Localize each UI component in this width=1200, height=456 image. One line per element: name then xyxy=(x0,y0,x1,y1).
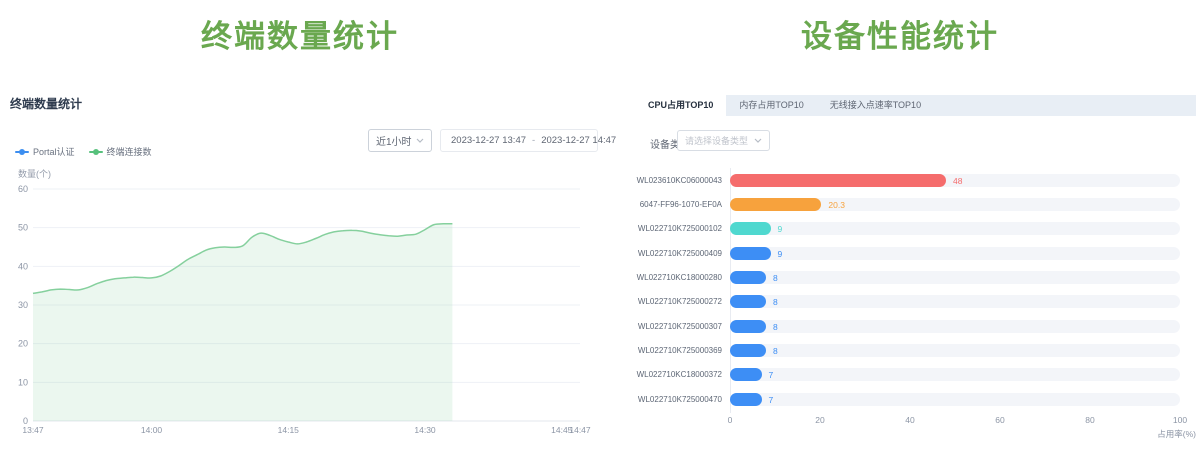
y-tick-label: 20 xyxy=(18,339,28,349)
bar-fill xyxy=(730,174,946,187)
line-chart-svg: 010203040506013:4714:0014:1514:3014:4514… xyxy=(0,0,600,456)
bar-label: 6047-FF96-1070-EF0A xyxy=(572,200,722,209)
bar-fill xyxy=(730,368,762,381)
bar-value: 8 xyxy=(773,297,778,307)
bar-track xyxy=(730,271,1180,284)
bar-track xyxy=(730,198,1180,211)
bar-track xyxy=(730,295,1180,308)
y-tick-label: 30 xyxy=(18,300,28,310)
bar-value: 9 xyxy=(778,249,783,259)
bar-label: WL023610KC06000043 xyxy=(572,176,722,185)
bar-value: 9 xyxy=(778,224,783,234)
bar-value: 20.3 xyxy=(828,200,845,210)
bar-fill xyxy=(730,222,771,235)
bar-track xyxy=(730,247,1180,260)
bar-row: WL022710K7250003698 xyxy=(600,344,1200,357)
x-axis-tick: 80 xyxy=(1070,415,1110,425)
bar-value: 8 xyxy=(773,346,778,356)
bar-label: WL022710K725000470 xyxy=(572,395,722,404)
x-tick-label: 14:15 xyxy=(278,425,300,435)
x-axis-tick: 20 xyxy=(800,415,840,425)
bar-row: 6047-FF96-1070-EF0A20.3 xyxy=(600,198,1200,211)
bar-row: WL022710K7250002728 xyxy=(600,295,1200,308)
x-tick-label: 13:47 xyxy=(22,425,44,435)
bar-label: WL022710K725000307 xyxy=(572,322,722,331)
bar-label: WL022710KC18000372 xyxy=(572,370,722,379)
bar-row: WL022710K7250004707 xyxy=(600,393,1200,406)
y-tick-label: 40 xyxy=(18,261,28,271)
x-axis-tick: 0 xyxy=(710,415,750,425)
bar-label: WL022710K725000369 xyxy=(572,346,722,355)
line-series-area xyxy=(33,224,452,421)
bar-label: WL022710K725000102 xyxy=(572,224,722,233)
bar-row: WL022710KC180002808 xyxy=(600,271,1200,284)
bar-fill xyxy=(730,247,771,260)
x-axis-tick: 100 xyxy=(1160,415,1200,425)
bar-track xyxy=(730,393,1180,406)
bar-value: 7 xyxy=(769,370,774,380)
bar-fill xyxy=(730,271,766,284)
y-tick-label: 50 xyxy=(18,223,28,233)
bar-track xyxy=(730,320,1180,333)
bar-value: 8 xyxy=(773,273,778,283)
bar-row: WL022710K7250003078 xyxy=(600,320,1200,333)
y-tick-label: 60 xyxy=(18,184,28,194)
bar-track xyxy=(730,222,1180,235)
device-performance-panel: 设备性能统计 CPU占用TOP10内存占用TOP10无线接入点速率TOP10 设… xyxy=(600,0,1200,456)
bar-row: WL022710KC180003727 xyxy=(600,368,1200,381)
bar-label: WL022710KC18000280 xyxy=(572,273,722,282)
bar-row: WL023610KC0600004348 xyxy=(600,174,1200,187)
bar-track xyxy=(730,344,1180,357)
bar-value: 8 xyxy=(773,322,778,332)
bar-label: WL022710K725000409 xyxy=(572,249,722,258)
bar-fill xyxy=(730,344,766,357)
bar-track xyxy=(730,368,1180,381)
bar-row: WL022710K7250001029 xyxy=(600,222,1200,235)
bar-fill xyxy=(730,393,762,406)
x-axis-name: 占用率(%) xyxy=(1157,428,1196,440)
x-tick-label: 14:47 xyxy=(569,425,591,435)
bar-row: WL022710K7250004099 xyxy=(600,247,1200,260)
bar-fill xyxy=(730,295,766,308)
bar-value: 48 xyxy=(953,176,962,186)
x-axis-tick: 60 xyxy=(980,415,1020,425)
bar-label: WL022710K725000272 xyxy=(572,297,722,306)
terminal-count-panel: 终端数量统计 终端数量统计 近1小时 2023-12-27 13:47 - 20… xyxy=(0,0,600,456)
bar-value: 7 xyxy=(769,395,774,405)
x-axis-tick: 40 xyxy=(890,415,930,425)
x-tick-label: 14:30 xyxy=(414,425,436,435)
y-tick-label: 10 xyxy=(18,377,28,387)
bar-fill xyxy=(730,198,821,211)
bar-fill xyxy=(730,320,766,333)
x-tick-label: 14:00 xyxy=(141,425,163,435)
bar-chart: 占用率(%) WL023610KC0600004348 6047-FF96-107… xyxy=(600,0,1200,456)
